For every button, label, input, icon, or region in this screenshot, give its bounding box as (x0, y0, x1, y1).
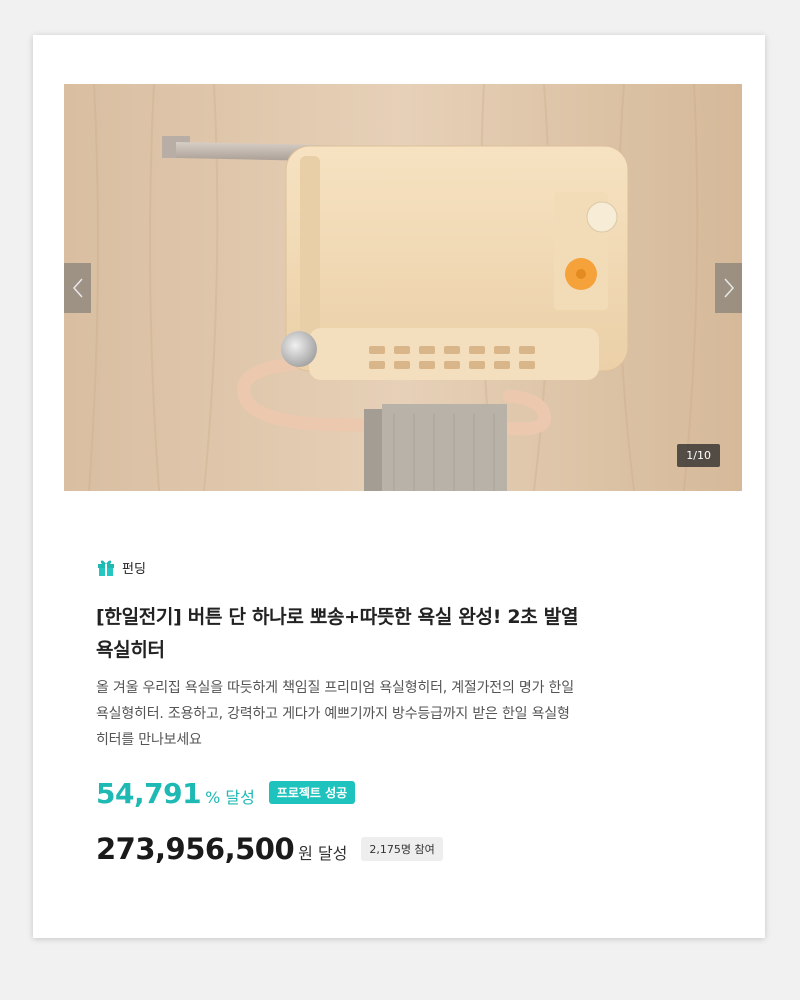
product-title-line: 욕실히터 (96, 639, 165, 661)
product-description: 올 겨울 우리집 욕실을 따듯하게 책임질 프리미엄 욕실형히터, 계절가전의 … (96, 675, 671, 753)
funding-amount-value: 273,956,500 (96, 832, 295, 866)
category-label: 펀딩 (122, 561, 146, 577)
product-title[interactable]: [한일전기] 버튼 단 하나로 뽀송+따뜻한 욕실 완성! 2초 발열 욕실히터 (96, 601, 656, 667)
product-card[interactable]: 1/10 펀딩 [한일전기] 버튼 단 하나로 뽀송+따뜻한 욕실 완성! 2초… (33, 35, 765, 938)
category-tag[interactable]: 펀딩 (96, 557, 146, 577)
status-badge: 프로젝트 성공 (268, 781, 356, 804)
product-image-carousel[interactable]: 1/10 (64, 84, 742, 491)
product-image (64, 84, 742, 491)
carousel-next-button[interactable] (715, 263, 742, 313)
funding-rate: 54,791 % 달성 프로젝트 성공 (96, 777, 356, 810)
carousel-prev-button[interactable] (64, 263, 91, 313)
carousel-counter: 1/10 (677, 444, 720, 467)
gift-icon (98, 560, 114, 576)
chevron-left-icon (72, 278, 83, 298)
funding-rate-value: 54,791 (96, 777, 202, 810)
description-line: 올 겨울 우리집 욕실을 따듯하게 책임질 프리미엄 욕실형히터, 계절가전의 … (96, 680, 574, 696)
funding-amount: 273,956,500 원 달성 2,175명 참여 (96, 832, 443, 867)
description-line: 욕실형히터. 조용하고, 강력하고 게다가 예쁘기까지 방수등급까지 받은 한일… (96, 706, 570, 722)
funding-rate-unit: % 달성 (205, 788, 255, 807)
product-title-line: [한일전기] 버튼 단 하나로 뽀송+따뜻한 욕실 완성! 2초 발열 (96, 606, 579, 628)
funding-amount-unit: 원 달성 (298, 844, 348, 863)
supporters-badge: 2,175명 참여 (361, 837, 443, 861)
chevron-right-icon (723, 278, 734, 298)
description-line: 히터를 만나보세요 (96, 732, 202, 748)
